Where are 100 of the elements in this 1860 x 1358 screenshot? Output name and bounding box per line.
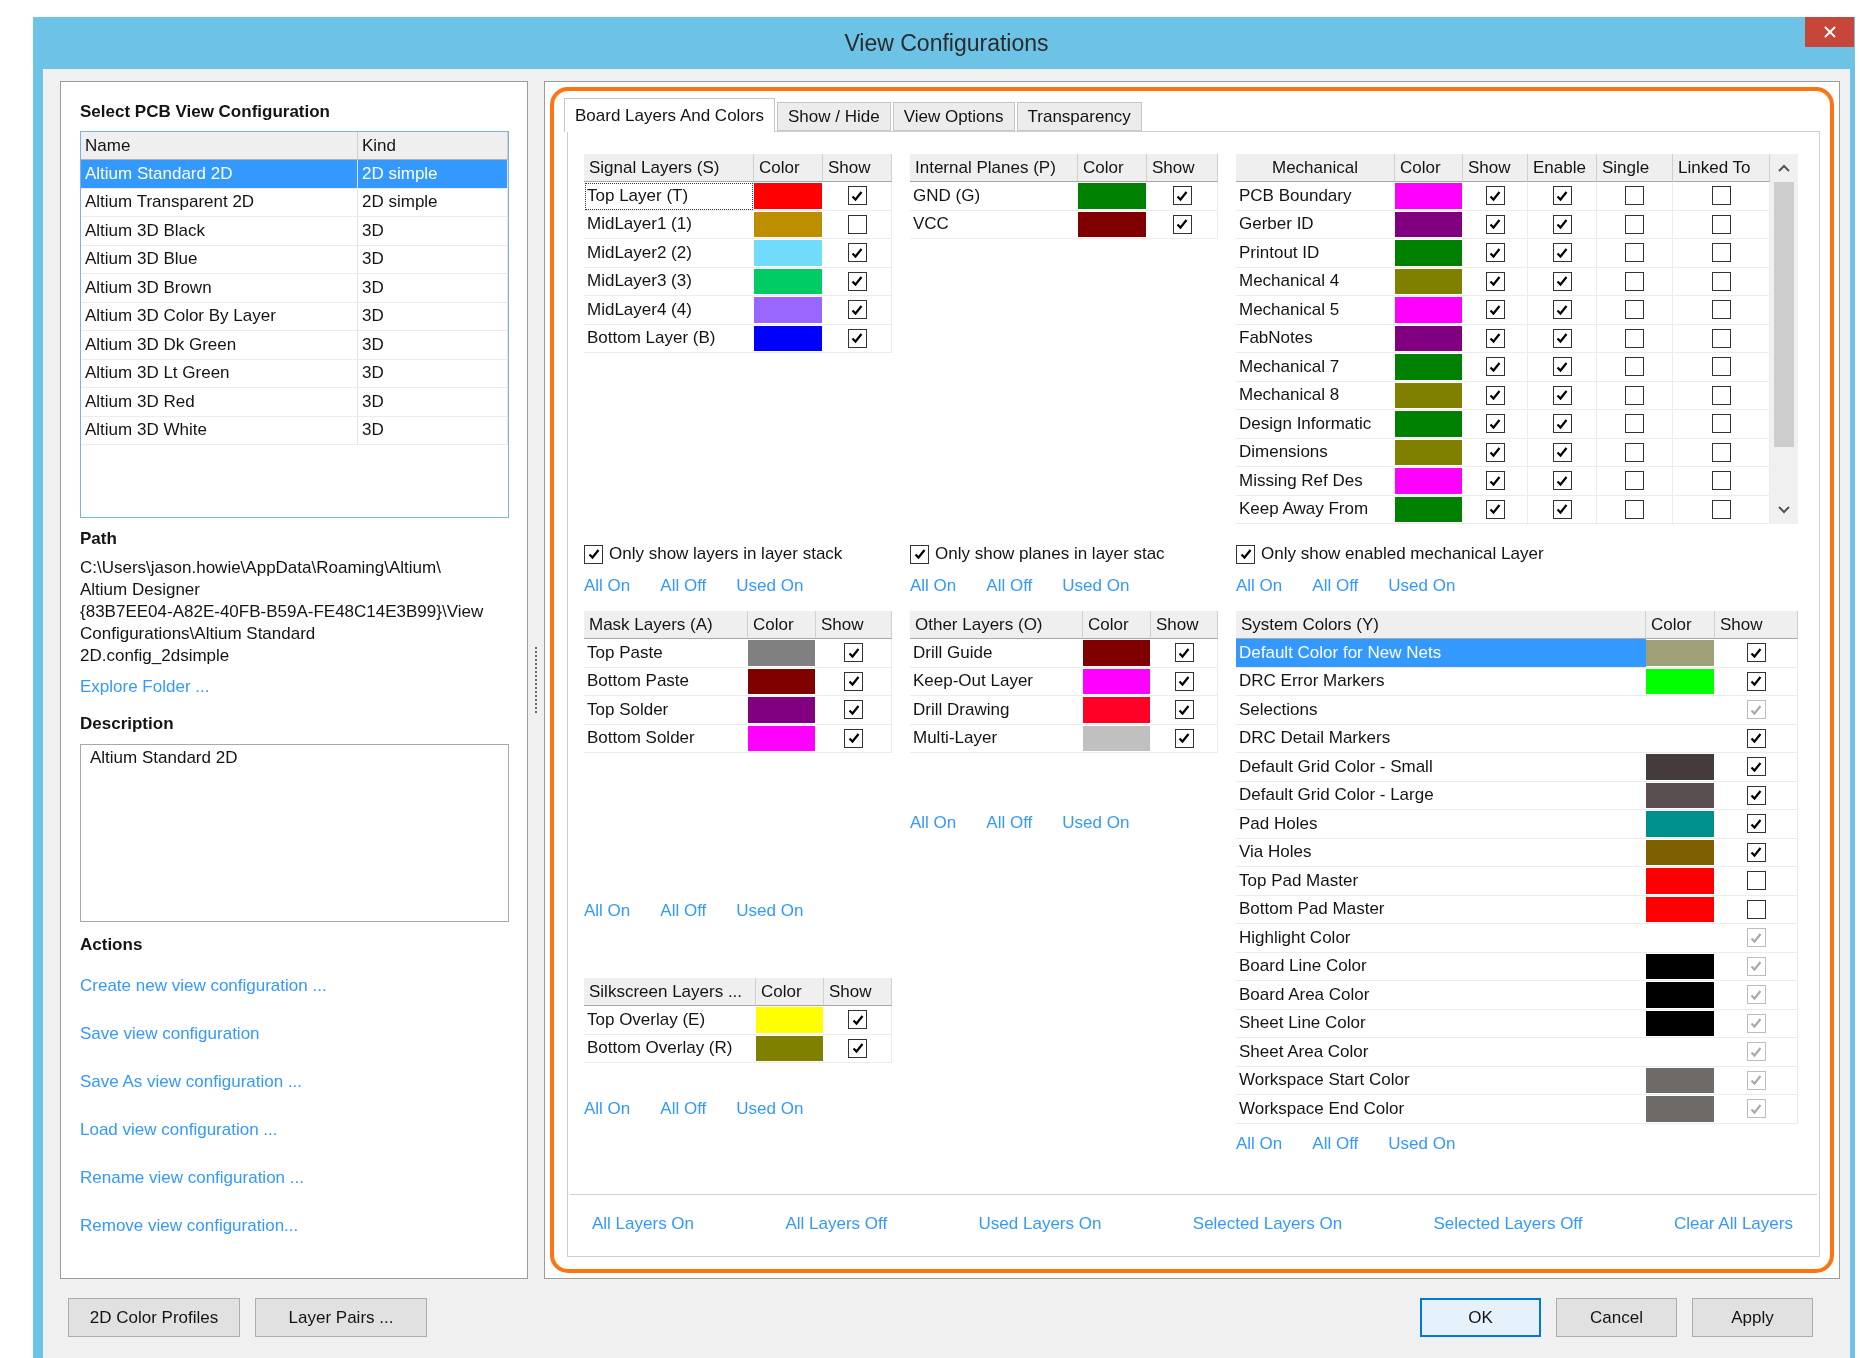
list-row[interactable]: Altium 3D Brown 3D bbox=[81, 274, 508, 303]
color-swatch[interactable] bbox=[1395, 411, 1462, 437]
color-swatch[interactable] bbox=[756, 1035, 823, 1061]
checkbox[interactable] bbox=[1172, 214, 1192, 234]
checkbox[interactable] bbox=[1711, 442, 1731, 462]
checkbox[interactable] bbox=[1485, 414, 1505, 434]
color-swatch[interactable] bbox=[1395, 240, 1462, 266]
checkbox[interactable] bbox=[1485, 271, 1505, 291]
checkbox[interactable] bbox=[1172, 186, 1192, 206]
checkbox[interactable] bbox=[1552, 300, 1572, 320]
color-swatch[interactable] bbox=[1646, 982, 1714, 1008]
checkbox[interactable] bbox=[1485, 214, 1505, 234]
color-swatch[interactable] bbox=[1083, 668, 1150, 694]
layer-name[interactable]: Top Layer (T) bbox=[584, 182, 754, 211]
checkbox[interactable] bbox=[1711, 414, 1731, 434]
checkbox[interactable] bbox=[1625, 300, 1644, 320]
color-swatch[interactable] bbox=[1646, 754, 1714, 780]
color-name[interactable]: Bottom Pad Master bbox=[1236, 895, 1646, 924]
checkbox[interactable] bbox=[1485, 499, 1505, 519]
checkbox[interactable] bbox=[1625, 385, 1644, 405]
description-field[interactable]: Altium Standard 2D bbox=[80, 744, 509, 922]
list-row[interactable]: Altium 3D Blue 3D bbox=[81, 245, 508, 274]
splitter-grip-icon[interactable] bbox=[534, 647, 538, 713]
checkbox[interactable] bbox=[1552, 499, 1572, 519]
color-swatch[interactable] bbox=[1083, 697, 1150, 723]
checkbox[interactable] bbox=[1746, 814, 1766, 834]
tab[interactable]: Show / Hide bbox=[777, 102, 891, 131]
list-row[interactable]: Altium 3D Black 3D bbox=[81, 217, 508, 246]
color-swatch[interactable] bbox=[1078, 211, 1146, 237]
color-name[interactable]: Workspace Start Color bbox=[1236, 1066, 1646, 1095]
tab[interactable]: View Options bbox=[892, 102, 1015, 131]
checkbox[interactable] bbox=[1485, 385, 1505, 405]
checkbox[interactable] bbox=[1174, 671, 1194, 691]
color-swatch[interactable] bbox=[1646, 1067, 1714, 1093]
color-name[interactable]: Via Holes bbox=[1236, 838, 1646, 867]
list-row[interactable]: Altium Transparent 2D 2D simple bbox=[81, 188, 508, 217]
dialog-button[interactable]: Apply bbox=[1692, 1298, 1813, 1337]
color-swatch[interactable] bbox=[1646, 782, 1714, 808]
color-name[interactable]: Default Grid Color - Large bbox=[1236, 781, 1646, 810]
scrollbar[interactable] bbox=[1770, 154, 1798, 524]
checkbox[interactable] bbox=[1552, 471, 1572, 491]
color-swatch[interactable] bbox=[754, 268, 822, 294]
color-swatch[interactable] bbox=[1395, 297, 1462, 323]
checkbox[interactable] bbox=[1174, 643, 1194, 663]
color-name[interactable]: DRC Detail Markers bbox=[1236, 724, 1646, 753]
color-swatch[interactable] bbox=[756, 1007, 823, 1033]
checkbox-label[interactable]: Only show layers in layer stack bbox=[609, 544, 843, 564]
checkbox[interactable] bbox=[1625, 271, 1644, 291]
color-name[interactable]: Workspace End Color bbox=[1236, 1095, 1646, 1124]
checkbox[interactable] bbox=[1711, 328, 1731, 348]
checkbox[interactable] bbox=[1552, 414, 1572, 434]
color-swatch[interactable] bbox=[1395, 183, 1462, 209]
checkbox[interactable] bbox=[1711, 357, 1731, 377]
checkbox[interactable] bbox=[844, 643, 863, 663]
scrollbar-thumb[interactable] bbox=[1774, 182, 1794, 447]
checkbox[interactable] bbox=[1625, 186, 1644, 206]
color-swatch[interactable] bbox=[1395, 268, 1462, 294]
checkbox[interactable] bbox=[1711, 471, 1731, 491]
checkbox[interactable] bbox=[848, 1010, 867, 1030]
list-row[interactable]: Altium 3D Lt Green 3D bbox=[81, 359, 508, 388]
color-name[interactable]: Highlight Color bbox=[1236, 924, 1646, 953]
color-name[interactable]: Board Area Color bbox=[1236, 981, 1646, 1010]
checkbox[interactable] bbox=[1625, 328, 1644, 348]
checkbox[interactable] bbox=[1485, 471, 1505, 491]
color-name[interactable]: Board Line Color bbox=[1236, 952, 1646, 981]
checkbox[interactable] bbox=[1711, 243, 1731, 263]
color-swatch[interactable] bbox=[748, 725, 815, 751]
color-swatch[interactable] bbox=[1646, 896, 1714, 922]
dialog-button[interactable]: Cancel bbox=[1556, 1298, 1677, 1337]
list-row[interactable]: Altium 3D Dk Green 3D bbox=[81, 331, 508, 360]
checkbox[interactable] bbox=[1552, 271, 1572, 291]
checkbox[interactable] bbox=[1746, 899, 1766, 919]
color-swatch[interactable] bbox=[1395, 496, 1462, 522]
color-swatch[interactable] bbox=[1646, 1096, 1714, 1122]
checkbox[interactable] bbox=[1625, 357, 1644, 377]
checkbox[interactable] bbox=[1746, 671, 1766, 691]
checkbox[interactable] bbox=[1625, 471, 1644, 491]
checkbox[interactable] bbox=[1485, 328, 1505, 348]
checkbox[interactable] bbox=[1552, 357, 1572, 377]
color-swatch[interactable] bbox=[1395, 211, 1462, 237]
checkbox[interactable] bbox=[844, 671, 863, 691]
color-swatch[interactable] bbox=[1646, 811, 1714, 837]
checkbox[interactable] bbox=[847, 271, 867, 291]
color-name[interactable]: Pad Holes bbox=[1236, 810, 1646, 839]
color-swatch[interactable] bbox=[1083, 725, 1150, 751]
checkbox[interactable] bbox=[1711, 499, 1731, 519]
color-swatch[interactable] bbox=[1395, 325, 1462, 351]
color-name[interactable]: Sheet Line Color bbox=[1236, 1009, 1646, 1038]
tab[interactable]: Board Layers And Colors bbox=[564, 98, 775, 132]
checkbox[interactable] bbox=[844, 700, 863, 720]
color-swatch[interactable] bbox=[1646, 953, 1714, 979]
checkbox[interactable] bbox=[1746, 643, 1766, 663]
checkbox[interactable] bbox=[1625, 243, 1644, 263]
checkbox[interactable] bbox=[1746, 757, 1766, 777]
checkbox[interactable] bbox=[1711, 186, 1731, 206]
color-name[interactable]: DRC Error Markers bbox=[1236, 667, 1646, 696]
color-swatch[interactable] bbox=[1646, 1010, 1714, 1036]
checkbox[interactable] bbox=[1552, 214, 1572, 234]
checkbox[interactable] bbox=[910, 544, 929, 564]
checkbox[interactable] bbox=[1746, 785, 1766, 805]
